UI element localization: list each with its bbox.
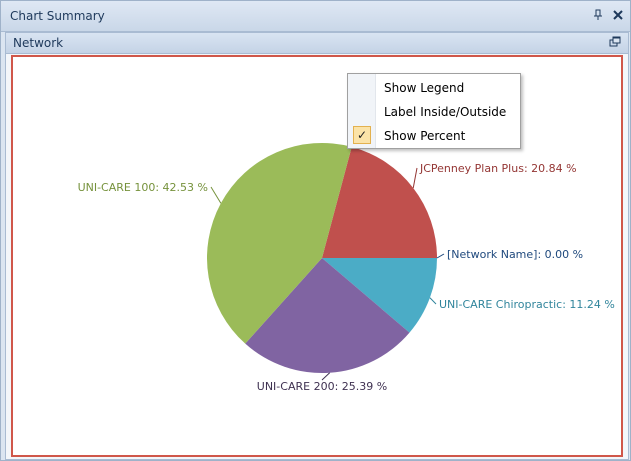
menu-item-show-percent[interactable]: ✓ Show Percent [349, 124, 519, 146]
chart-context-menu: Show Legend Label Inside/Outside ✓ Show … [347, 73, 521, 149]
window-titlebar[interactable]: Chart Summary [1, 1, 630, 32]
leader-line [412, 167, 418, 189]
menu-item-label: Label Inside/Outside [384, 105, 507, 119]
window-title: Chart Summary [10, 9, 105, 23]
restore-window-icon[interactable] [608, 35, 622, 49]
leader-line [321, 372, 331, 381]
pie-chart-area[interactable]: JCPenney Plan Plus: 20.84 % [Network Name… [11, 55, 623, 457]
chart-summary-window: Chart Summary Network JCPenney Plan Plus… [0, 0, 631, 461]
pin-icon[interactable] [591, 8, 605, 22]
menu-item-show-legend[interactable]: Show Legend [349, 76, 519, 98]
checkmark-icon: ✓ [353, 126, 371, 144]
slice-label: UNI-CARE Chiropractic: 11.24 % [439, 298, 615, 311]
menu-item-label-inside-outside[interactable]: Label Inside/Outside [349, 100, 519, 122]
close-icon[interactable] [611, 8, 625, 22]
leader-line [429, 297, 437, 305]
panel-title: Network [13, 36, 64, 50]
slice-label: JCPenney Plan Plus: 20.84 % [419, 162, 577, 175]
panel-header: Network [6, 33, 628, 54]
menu-item-label: Show Percent [384, 129, 466, 143]
slice-label: [Network Name]: 0.00 % [447, 248, 583, 261]
slice-label: UNI-CARE 100: 42.53 % [78, 181, 208, 194]
slice-label: UNI-CARE 200: 25.39 % [257, 380, 387, 393]
network-panel: Network JCPenney Plan Plus: 20.84 % [Netw… [5, 32, 629, 460]
leader-line [210, 186, 222, 204]
leader-line [436, 253, 445, 259]
pie-chart[interactable]: JCPenney Plan Plus: 20.84 % [Network Name… [13, 57, 621, 455]
menu-item-label: Show Legend [384, 81, 465, 95]
